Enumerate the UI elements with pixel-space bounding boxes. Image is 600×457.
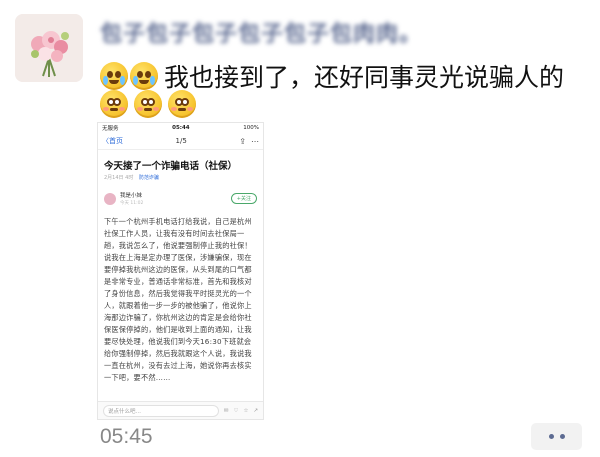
attached-screenshot[interactable]: 无服务 05:44 100% 〈首页 1/5 ⇪ ⋯ 今天接了一个诈骗电话（社保… — [97, 122, 264, 420]
author-sub: 今天 11:02 — [120, 201, 144, 206]
post-text-line: 我也接到了，还好同事灵光说骗人的 — [100, 58, 564, 94]
status-clock: 05:44 — [172, 125, 190, 131]
share-icon[interactable]: ↗ — [253, 408, 258, 414]
crying-laugh-icon — [100, 62, 128, 90]
comment-icon[interactable]: ✉ — [224, 408, 229, 414]
author-name[interactable]: 我是小妹 — [120, 191, 231, 199]
username[interactable]: 包子包子包子包子包子包肉肉。 — [100, 16, 422, 48]
article-meta: 2月14日 4时 防范诈骗 — [98, 174, 263, 181]
flushed-icon — [134, 90, 162, 118]
post-text: 我也接到了，还好同事灵光说骗人的 — [164, 63, 565, 92]
like-icon[interactable]: ♡ — [234, 408, 239, 414]
meta-tag[interactable]: 防范诈骗 — [139, 175, 159, 181]
crying-laugh-icon — [130, 62, 158, 90]
flushed-icon — [168, 90, 196, 118]
star-icon[interactable]: ☆ — [243, 408, 248, 414]
post-time: 05:45 — [100, 425, 153, 448]
flower-bouquet-icon — [15, 14, 83, 82]
page-indicator: 1/5 — [175, 137, 187, 145]
comment-input[interactable]: 说点什么吧… — [103, 404, 219, 417]
dot-icon — [559, 434, 565, 439]
dot-icon — [548, 434, 554, 439]
article-body: 下午一个杭州手机电话打给我说，自己是杭州社保工作人员，让我有没有时间去社保局一趟… — [104, 217, 252, 382]
back-button[interactable]: 〈首页 — [102, 136, 123, 146]
status-bar: 无服务 05:44 100% — [98, 123, 263, 133]
avatar[interactable] — [15, 14, 83, 82]
flushed-icon — [100, 90, 128, 118]
article-title: 今天接了一个诈骗电话（社保） — [104, 161, 238, 172]
follow-button[interactable]: +关注 — [230, 193, 257, 204]
battery-label: 100% — [243, 125, 259, 131]
meta-info: 2月14日 4时 — [104, 175, 134, 181]
author-avatar[interactable] — [104, 192, 116, 205]
emoji-row — [100, 90, 198, 118]
share-icon[interactable]: ⇪ — [239, 137, 246, 146]
carrier-label: 无服务 — [102, 126, 119, 132]
more-icon[interactable]: ⋯ — [251, 137, 259, 146]
author-row: 我是小妹 今天 11:02 +关注 — [98, 181, 263, 210]
comment-bar: 说点什么吧… ✉ ♡ ☆ ↗ — [98, 401, 263, 419]
nav-bar: 〈首页 1/5 ⇪ ⋯ — [98, 133, 263, 150]
more-options-button[interactable] — [531, 423, 582, 450]
